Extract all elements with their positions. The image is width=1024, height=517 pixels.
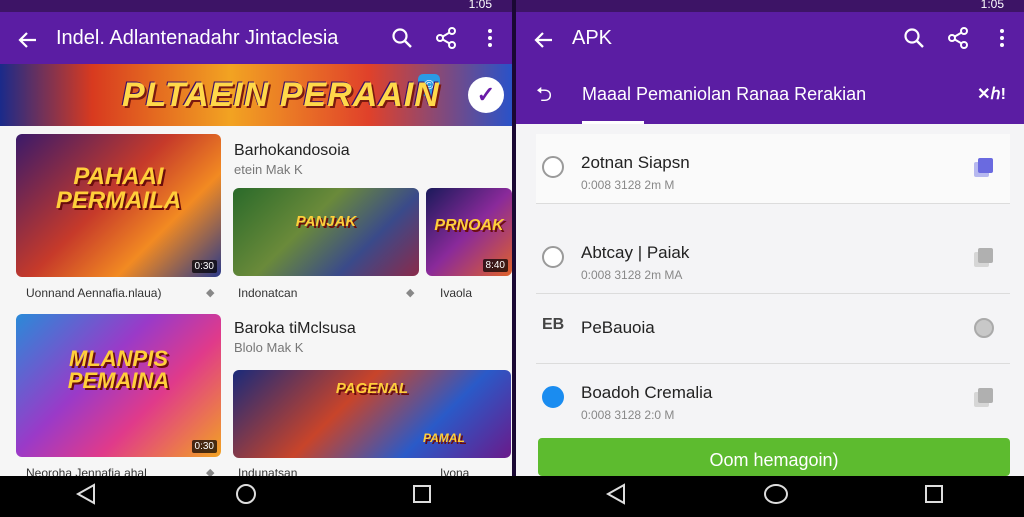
status-clock: 1:05 [980,0,1004,11]
right-screen: 1:05 APK ⮌ Maaal Pemaniolan Ranaa Reraki… [516,0,1024,476]
video-thumbnail[interactable]: PRNOAK 8:40 [426,188,512,276]
video-duration: 8:40 [482,259,508,272]
thumbnail-art-text: MLANPIS PEMAINA [67,346,170,394]
nav-home-icon[interactable] [216,476,276,512]
section-title: Barhokandosoia [234,142,350,159]
back-arrow-icon[interactable] [516,12,572,64]
video-caption[interactable]: Ivaola [440,286,472,300]
back-arrow-icon[interactable]: ⮌ [536,80,552,114]
nav-recents-icon[interactable] [904,476,964,512]
radio-button[interactable] [542,156,564,178]
item-name: PeBauoia [581,318,655,337]
item-list: 2otnan Siapsn 0:008 3128 2m M Abtcay | P… [516,124,1024,476]
item-name: Boadoh Cremalia [581,383,713,402]
thumbnail-art-text: PAHAAI PERMAILA [55,163,182,215]
section-subtitle: etein Mak K [234,162,303,177]
video-caption[interactable]: Indunatsan [238,466,297,476]
nav-recents-icon[interactable] [392,476,452,512]
video-caption[interactable]: Ivona [440,466,469,476]
search-icon[interactable] [380,26,424,50]
video-feed: PAHAAI PERMAILA 0:30 Barhokandosoia etei… [0,126,512,476]
left-screen: 1:05 Indel. Adlantenadahr Jintaclesia © … [0,0,512,476]
search-icon[interactable] [892,26,936,50]
video-caption[interactable]: Indonatcan [238,286,297,300]
item-meta: 0:008 3128 2m M [581,178,675,192]
item-meta: 0:008 3128 2:0 M [581,408,675,422]
status-bar: 1:05 [516,0,1024,12]
copy-icon[interactable] [974,158,994,178]
share-icon[interactable] [936,26,980,50]
share-icon[interactable] [424,26,468,50]
back-arrow-icon[interactable] [0,12,56,64]
radio-button-selected[interactable] [542,386,564,408]
status-clock: 1:05 [468,0,492,11]
list-item[interactable]: EB PeBauoia [536,294,1010,364]
shield-icon: ◆ [206,287,215,299]
video-thumbnail[interactable]: PANJAK [233,188,419,276]
shield-icon: ◆ [206,467,215,476]
thumbnail-art-text: PRNOAK [434,216,504,234]
promo-banner[interactable]: © PLTAEIN PERAAIN ✓ [0,64,512,126]
app-bar: APK [516,12,1024,64]
nav-back-icon[interactable] [586,476,646,512]
thumbnail-art-text: PAMAL [423,430,465,445]
more-vert-icon[interactable] [468,26,512,50]
nav-home-icon[interactable] [746,476,806,512]
video-thumbnail[interactable]: PAHAAI PERMAILA 0:30 [16,134,221,277]
copy-icon[interactable] [974,248,994,268]
section-title: Baroka tiMclsusa [234,320,356,337]
thumbnail-art-text: PANJAK [295,213,357,231]
banner-title: PLTAEIN PERAAIN [122,76,440,114]
video-duration: 0:30 [191,440,217,453]
app-bar: Indel. Adlantenadahr Jintaclesia [0,12,512,64]
status-bar: 1:05 [0,0,512,12]
app-title: APK [572,26,613,49]
close-icon[interactable]: ✕ℎ! [977,84,1006,104]
list-item[interactable]: Abtcay | Paiak 0:008 3128 2m MA [536,224,1010,294]
nav-back-icon[interactable] [56,476,116,512]
section-subtitle: Blolo Mak K [234,340,304,355]
video-thumbnail[interactable]: PAGENAL PAMAL [233,370,511,458]
sub-header-title: Maaal Pemaniolan Ranaa Rerakian [582,84,867,104]
shield-icon: ◆ [406,287,415,299]
radio-button[interactable] [974,318,994,338]
list-item[interactable]: 2otnan Siapsn 0:008 3128 2m M [536,134,1010,204]
more-vert-icon[interactable] [980,26,1024,50]
video-caption[interactable]: Neoroha Jennafia ahal [26,466,147,476]
thumbnail-art-text: PAGENAL [335,379,409,397]
app-title: Indel. Adlantenadahr Jintaclesia [56,26,339,49]
list-item[interactable]: Boadoh Cremalia 0:008 3128 2:0 M [536,364,1010,434]
check-icon[interactable]: ✓ [468,77,504,113]
primary-action-button[interactable]: Oom hemagoin) [538,438,1010,476]
video-duration: 0:30 [191,260,217,273]
video-caption[interactable]: Uonnand Aennafia.nlaua) [26,286,161,300]
item-prefix: EB [542,316,565,333]
sub-header: ⮌ Maaal Pemaniolan Ranaa Rerakian ✕ℎ! [516,64,1024,124]
system-nav-bar [0,476,1024,512]
item-name: 2otnan Siapsn [581,153,690,172]
item-name: Abtcay | Paiak [581,243,690,262]
video-thumbnail[interactable]: MLANPIS PEMAINA 0:30 [16,314,221,457]
item-meta: 0:008 3128 2m MA [581,268,683,282]
radio-button[interactable] [542,246,564,268]
copy-icon[interactable] [974,388,994,408]
